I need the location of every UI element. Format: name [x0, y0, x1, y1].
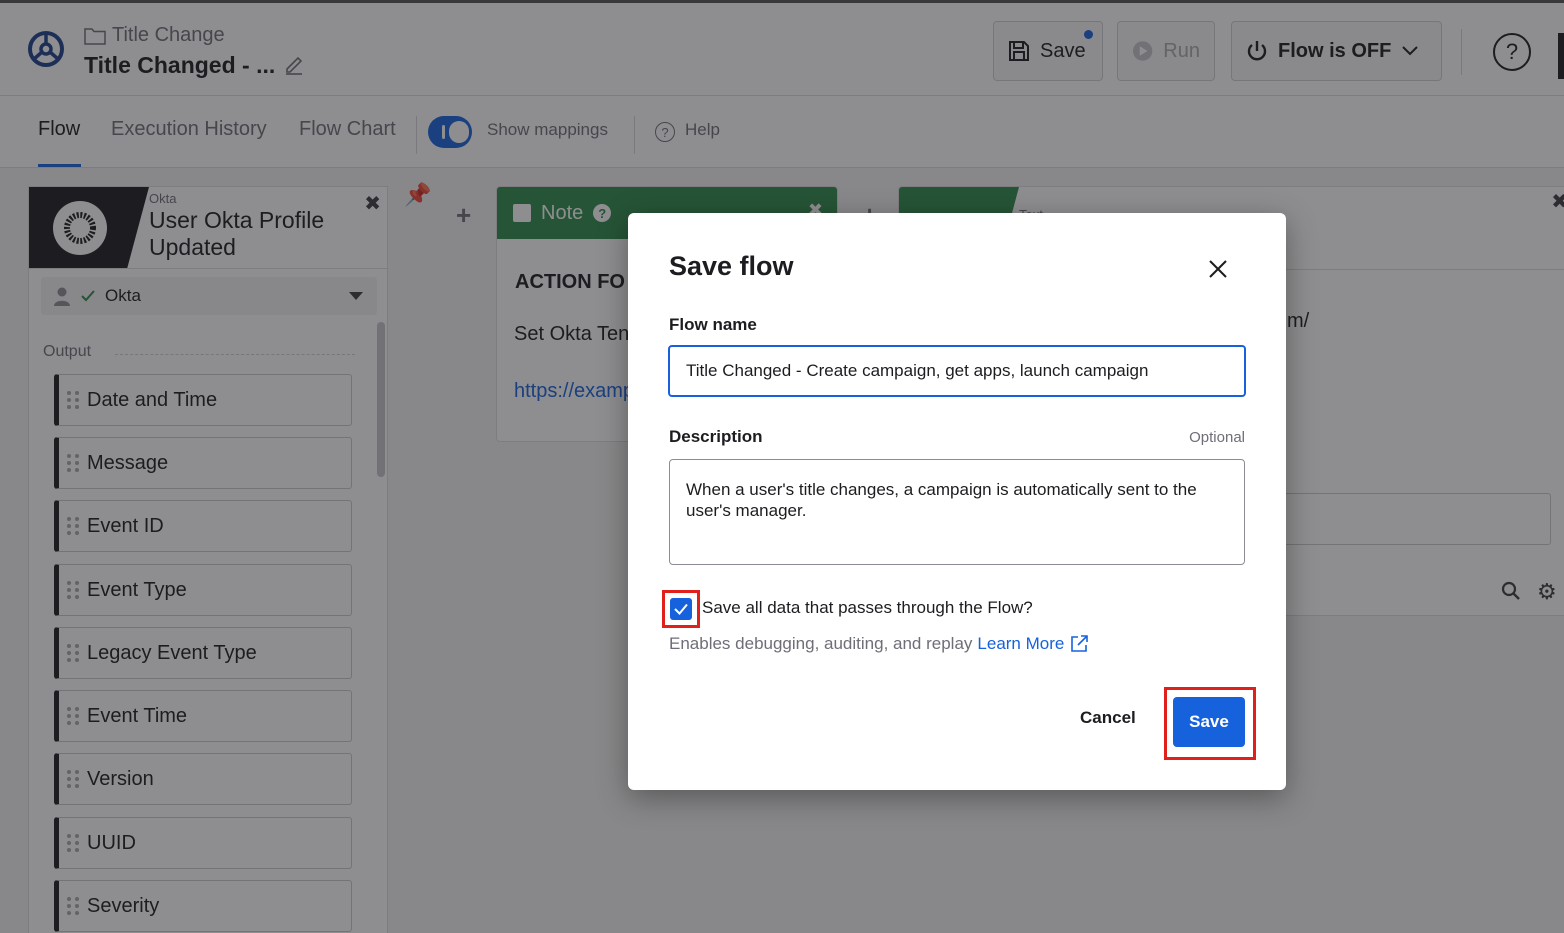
save-button-highlight — [1164, 687, 1256, 760]
save-data-hint: Enables debugging, auditing, and replay … — [669, 634, 1089, 654]
dialog-title: Save flow — [669, 251, 794, 281]
flow-name-label: Flow name — [669, 315, 757, 334]
close-icon[interactable] — [1205, 256, 1231, 282]
description-input[interactable]: When a user's title changes, a campaign … — [669, 459, 1245, 565]
flow-name-input[interactable] — [668, 345, 1246, 397]
optional-label: Optional — [1189, 429, 1245, 446]
save-data-label[interactable]: Save all data that passes through the Fl… — [702, 598, 1033, 618]
external-link-icon[interactable] — [1069, 634, 1089, 654]
cancel-button[interactable]: Cancel — [1080, 708, 1136, 728]
hint-text: Enables debugging, auditing, and replay — [669, 634, 973, 653]
checkbox-highlight — [662, 590, 700, 628]
description-label: Description — [669, 427, 763, 446]
learn-more-link[interactable]: Learn More — [977, 634, 1064, 654]
save-flow-dialog: Save flow Flow name Description Optional… — [628, 213, 1286, 790]
